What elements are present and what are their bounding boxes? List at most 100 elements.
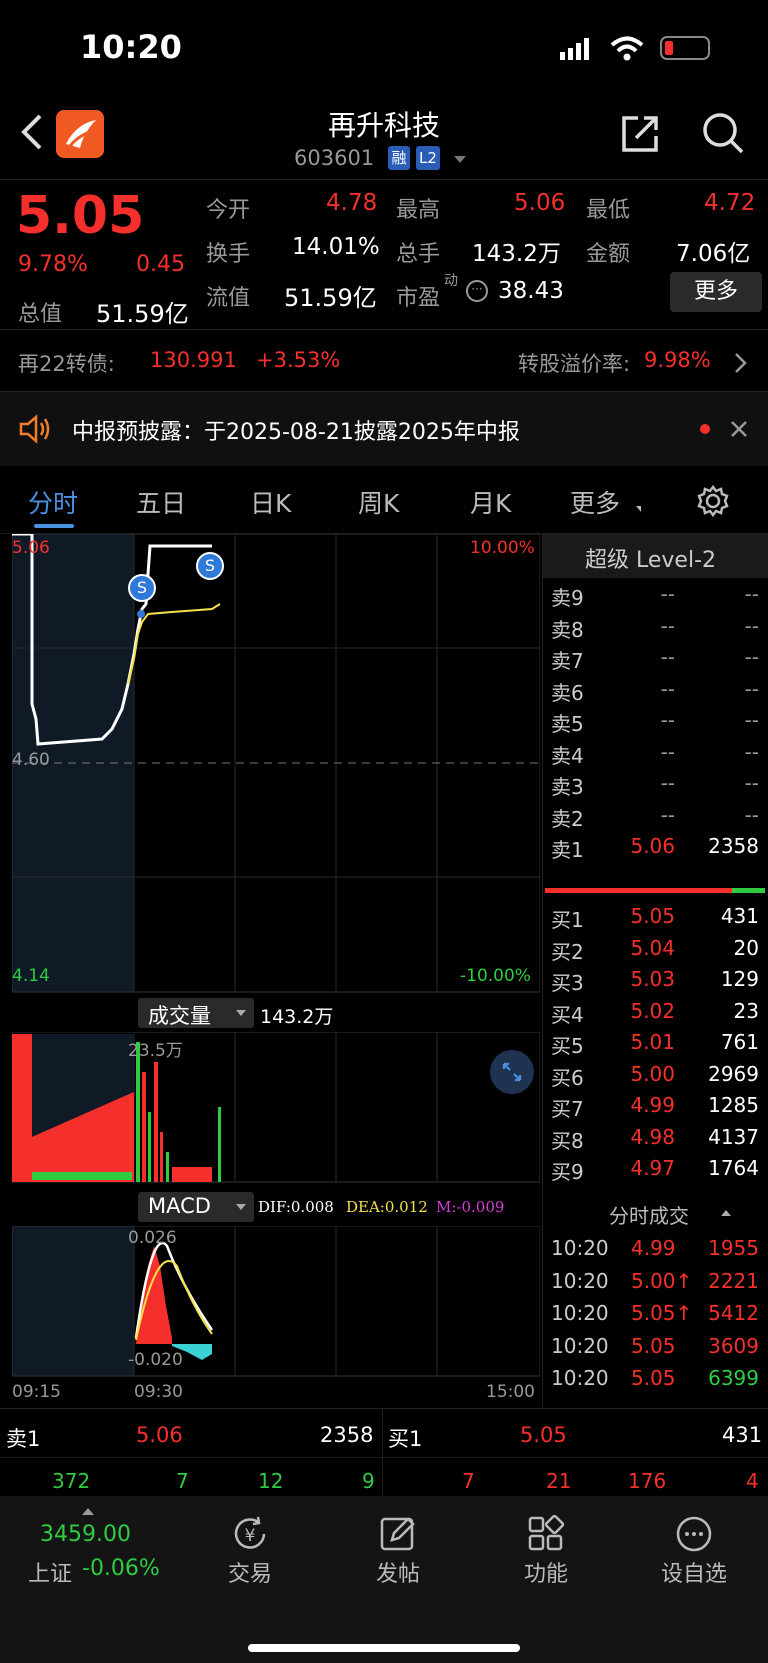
share-icon[interactable] bbox=[618, 112, 662, 156]
more-button[interactable]: 更多 bbox=[670, 272, 762, 312]
ask-level[interactable]: 卖5 -- -- bbox=[543, 704, 765, 737]
edit-icon bbox=[380, 1517, 415, 1551]
bid-level[interactable]: 买7 4.99 1285 bbox=[543, 1089, 765, 1122]
time-start: 09:15 bbox=[12, 1382, 61, 1402]
ask-level-label: 卖4 bbox=[551, 743, 584, 768]
ticks-header[interactable]: 分时成交 bbox=[543, 1198, 768, 1228]
ask-queue-2: 7 bbox=[176, 1469, 189, 1493]
more-circle-icon bbox=[676, 1516, 712, 1552]
bid-level-price: 5.05 bbox=[630, 904, 675, 928]
expand-icon[interactable] bbox=[490, 1050, 534, 1094]
volume-label: 总手 bbox=[396, 242, 441, 267]
ask-level[interactable]: 卖9 -- -- bbox=[543, 578, 765, 611]
ask-level[interactable]: 卖8 -- -- bbox=[543, 610, 765, 643]
tick-row[interactable]: 10:20 5.05 6399 bbox=[543, 1362, 765, 1395]
index-name[interactable]: 上证 bbox=[28, 1556, 72, 1588]
ask-level-price: -- bbox=[660, 582, 675, 606]
bid-level-volume: 1285 bbox=[708, 1093, 759, 1117]
bottom-price-label: 4.14 bbox=[12, 966, 50, 986]
bid-level-label: 买6 bbox=[551, 1065, 584, 1090]
ask-level[interactable]: 卖3 -- -- bbox=[543, 767, 765, 800]
order-book: 超级 Level-2 卖9 -- -- 卖8 -- -- 卖7 -- -- 卖6 -- -- 卖5 -- -… bbox=[542, 534, 768, 1408]
tick-row[interactable]: 10:20 4.99 1955 bbox=[543, 1232, 765, 1265]
bid-level-volume: 20 bbox=[733, 935, 759, 960]
home-indicator bbox=[248, 1644, 520, 1652]
bid-level-label: 买7 bbox=[551, 1097, 584, 1121]
signal-icon bbox=[560, 38, 596, 62]
high-label: 最高 bbox=[396, 198, 441, 223]
close-icon[interactable] bbox=[730, 420, 748, 438]
bid-level[interactable]: 买4 5.02 23 bbox=[543, 995, 765, 1028]
caret-down-icon bbox=[236, 1010, 246, 1016]
bid-level-price: 5.02 bbox=[630, 998, 675, 1023]
index-value[interactable]: 3459.00 bbox=[40, 1522, 131, 1547]
info-icon[interactable]: ··· bbox=[466, 280, 488, 302]
tick-row[interactable]: 10:20 5.05↑ 5412 bbox=[543, 1297, 765, 1330]
macd-selector[interactable]: MACD bbox=[138, 1192, 254, 1222]
ask-level[interactable]: 卖4 -- -- bbox=[543, 736, 765, 769]
tick-row[interactable]: 10:20 5.05 3609 bbox=[543, 1330, 765, 1363]
bid-level-price: 4.99 bbox=[630, 1093, 675, 1117]
bid-queue-3: 176 bbox=[628, 1469, 667, 1493]
ask-level-volume: 2358 bbox=[708, 834, 759, 858]
bid-level[interactable]: 买2 5.04 20 bbox=[543, 932, 765, 965]
tick-time: 10:20 bbox=[551, 1301, 609, 1325]
time-close: 15:00 bbox=[486, 1382, 535, 1402]
macd-high-label: 0.026 bbox=[128, 1228, 177, 1248]
bond-price: 130.991 bbox=[150, 348, 237, 372]
tab-five-day[interactable]: 五日 bbox=[136, 484, 186, 520]
macd-low-label: -0.020 bbox=[128, 1350, 183, 1370]
bid-level[interactable]: 买1 5.05 431 bbox=[543, 900, 765, 933]
status-bar: 10:20 bbox=[0, 0, 768, 100]
notice-text: 中报预披露：于2025-08-21披露2025年中报 bbox=[72, 420, 520, 445]
ask-level[interactable]: 卖2 -- -- bbox=[543, 799, 765, 832]
settings-icon[interactable] bbox=[696, 484, 730, 518]
macd-chart: 0.026 -0.020 bbox=[12, 1226, 540, 1378]
caret-down-icon[interactable] bbox=[454, 156, 466, 163]
notice-bar[interactable]: 中报预披露：于2025-08-21披露2025年中报 bbox=[0, 392, 768, 466]
bid-level[interactable]: 买3 5.03 129 bbox=[543, 963, 765, 996]
ask-level[interactable]: 卖7 -- -- bbox=[543, 641, 765, 674]
bid-level-price: 5.00 bbox=[630, 1061, 675, 1086]
tab-weekly[interactable]: 周K bbox=[358, 484, 399, 520]
bid-level-price: 5.04 bbox=[630, 935, 675, 960]
convertible-bond-row[interactable]: 再22转债: 130.991 +3.53% 转股溢价率: 9.98% bbox=[0, 330, 768, 392]
ask-level-price: 5.06 bbox=[630, 834, 675, 858]
ask-queue-1: 372 bbox=[52, 1469, 91, 1493]
unread-dot bbox=[700, 424, 710, 434]
tick-volume: 5412 bbox=[708, 1301, 759, 1325]
ask-level-volume: -- bbox=[744, 613, 759, 638]
bid-level[interactable]: 买9 4.97 1764 bbox=[543, 1152, 765, 1185]
volume-total: 143.2万 bbox=[260, 1006, 334, 1028]
index-change[interactable]: -0.06% bbox=[82, 1556, 160, 1581]
tab-underline bbox=[34, 524, 74, 528]
volume-selector[interactable]: 成交量 bbox=[138, 998, 254, 1028]
intraday-chart[interactable]: S S 5.06 10.00% 4.60 4.14 -10.00% bbox=[12, 534, 540, 994]
tab-intraday[interactable]: 分时 bbox=[28, 484, 78, 520]
speaker-icon bbox=[19, 414, 50, 444]
ask-level[interactable]: 卖1 5.06 2358 bbox=[543, 830, 765, 863]
bid-level-label: 买5 bbox=[551, 1034, 584, 1058]
tab-monthly[interactable]: 月K bbox=[470, 484, 511, 520]
tick-volume: 2221 bbox=[708, 1268, 759, 1293]
sell-marker[interactable]: S bbox=[128, 574, 156, 602]
spread-bar bbox=[545, 888, 765, 893]
tab-more[interactable]: 更多 bbox=[570, 484, 620, 520]
sell-marker[interactable]: S bbox=[196, 552, 224, 580]
bid-level-volume: 23 bbox=[733, 998, 759, 1023]
ask-level[interactable]: 卖6 -- -- bbox=[543, 673, 765, 706]
ask-level-label: 卖9 bbox=[551, 586, 584, 610]
bid-level-price: 4.98 bbox=[630, 1124, 675, 1149]
margin-badge: 融 bbox=[388, 146, 410, 170]
order-book-header[interactable]: 超级 Level-2 bbox=[543, 534, 768, 578]
tick-row[interactable]: 10:20 5.00↑ 2221 bbox=[543, 1265, 765, 1298]
tab-daily[interactable]: 日K bbox=[250, 484, 291, 520]
amount-value: 7.06亿 bbox=[676, 241, 751, 267]
bid-queue-4: 4 bbox=[746, 1469, 759, 1493]
bid-level[interactable]: 买8 4.98 4137 bbox=[543, 1121, 765, 1154]
float-mcap: 51.59亿 bbox=[284, 284, 377, 312]
search-icon[interactable] bbox=[700, 110, 746, 156]
bid-level[interactable]: 买6 5.00 2969 bbox=[543, 1058, 765, 1091]
ask-level-label: 卖6 bbox=[551, 680, 584, 705]
bid-level[interactable]: 买5 5.01 761 bbox=[543, 1026, 765, 1059]
